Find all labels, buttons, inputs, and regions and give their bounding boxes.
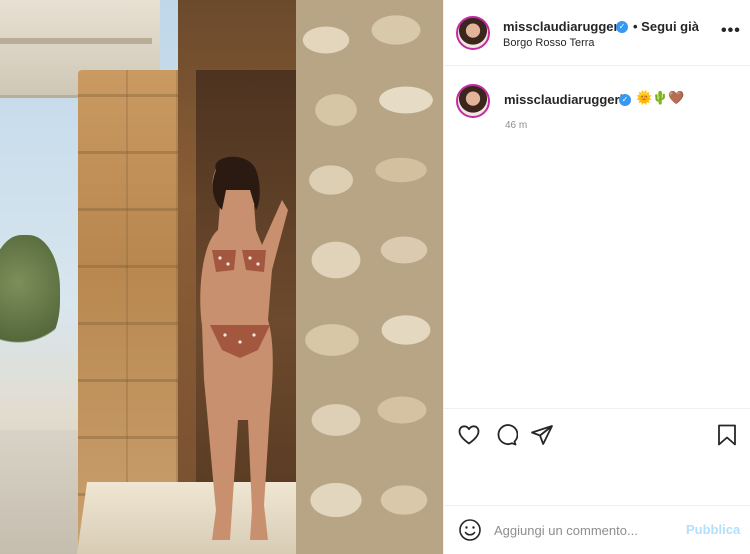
following-button[interactable]: • Segui già xyxy=(633,19,699,34)
heart-icon[interactable] xyxy=(457,423,481,447)
caption-verified-badge-icon: ✓ xyxy=(619,94,631,106)
stone-wall-right xyxy=(296,0,443,554)
stone-pillar-left xyxy=(78,70,188,550)
roof-beam xyxy=(0,38,152,44)
caption-username[interactable]: missclaudiaruggeri xyxy=(504,92,623,107)
post-photo[interactable] xyxy=(0,0,443,554)
comment-icon[interactable] xyxy=(494,423,519,447)
comment-bar: Pubblica xyxy=(444,505,750,554)
more-options-icon[interactable]: ••• xyxy=(721,22,741,40)
comment-input[interactable] xyxy=(494,520,684,540)
post-header: missclaudiaruggeri ✓ • Segui già Borgo R… xyxy=(444,0,750,66)
post-actions-bar xyxy=(444,408,750,458)
author-avatar[interactable] xyxy=(456,16,490,50)
smiley-icon[interactable] xyxy=(458,518,482,542)
share-icon[interactable] xyxy=(530,423,554,447)
author-username[interactable]: missclaudiaruggeri xyxy=(503,19,622,34)
post-side-panel: missclaudiaruggeri ✓ • Segui già Borgo R… xyxy=(444,0,750,554)
caption-avatar[interactable] xyxy=(456,84,490,118)
olive-tree xyxy=(0,235,60,355)
bookmark-icon[interactable] xyxy=(715,423,739,447)
woman-figure xyxy=(200,156,288,540)
post-location[interactable]: Borgo Rosso Terra xyxy=(503,37,595,49)
caption-text: 🌞🌵🤎 xyxy=(636,90,685,105)
publish-button[interactable]: Pubblica xyxy=(686,522,740,537)
post-timestamp[interactable]: 46 m xyxy=(505,120,527,131)
verified-badge-icon: ✓ xyxy=(616,21,628,33)
